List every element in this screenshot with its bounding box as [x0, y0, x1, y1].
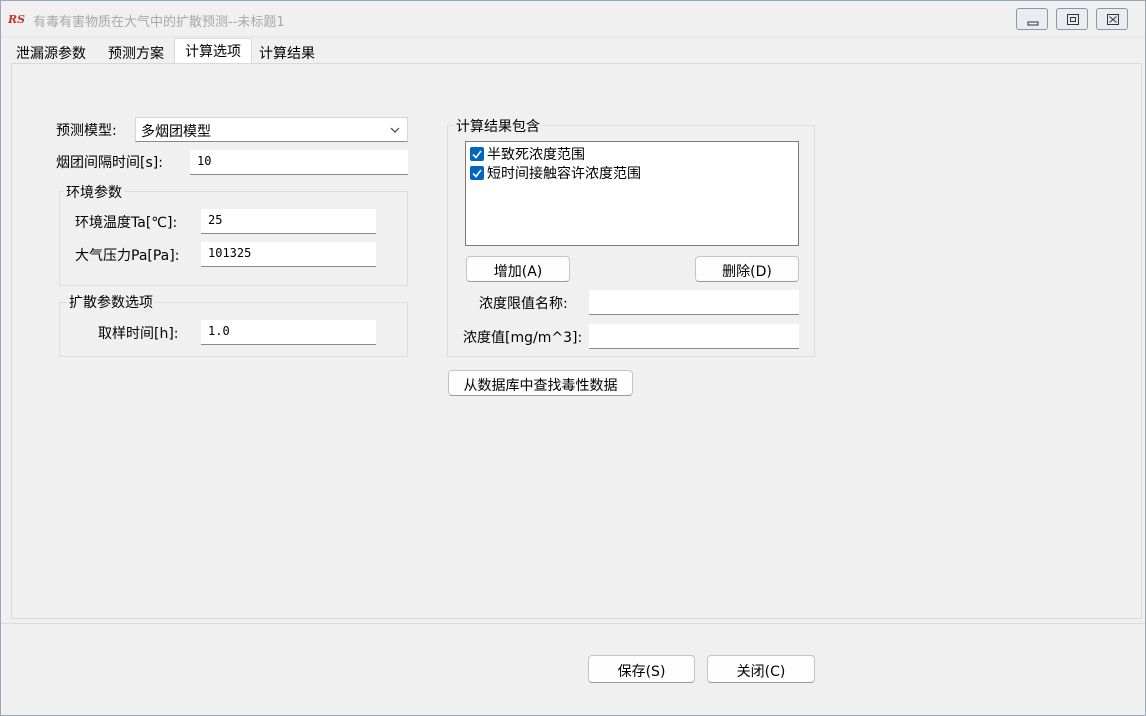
minimize-button[interactable] — [1016, 8, 1048, 30]
atm-pressure-label: 大气压力Pa[Pa]: — [75, 248, 180, 264]
limit-name-input[interactable] — [589, 290, 799, 315]
close-button[interactable]: 关闭(C) — [707, 655, 815, 683]
checkmark-icon — [472, 169, 482, 178]
calculation-options-panel: 预测模型: 多烟团模型 烟团间隔时间[s]: 10 环境参数 环境温度Ta[℃]… — [11, 63, 1142, 619]
ambient-temp-input[interactable]: 25 — [201, 209, 376, 234]
checkbox-checked[interactable] — [470, 147, 484, 161]
close-window-button[interactable] — [1096, 8, 1128, 30]
result-includes-list[interactable]: 半致死浓度范围 短时间接触容许浓度范围 — [465, 141, 799, 246]
checkbox-checked[interactable] — [470, 166, 484, 180]
maximize-icon — [1067, 14, 1079, 25]
result-includes-title: 计算结果包含 — [454, 116, 542, 136]
list-item[interactable]: 短时间接触容许浓度范围 — [470, 164, 790, 182]
maximize-button[interactable] — [1056, 8, 1088, 30]
close-icon — [1107, 14, 1119, 25]
concentration-value-label: 浓度值[mg/m^3]: — [463, 330, 583, 346]
limit-name-label: 浓度限值名称: — [479, 296, 568, 312]
environment-params-title: 环境参数 — [64, 182, 124, 202]
list-item-label: 短时间接触容许浓度范围 — [487, 166, 641, 182]
puff-interval-input[interactable]: 10 — [190, 150, 408, 175]
sample-time-input[interactable]: 1.0 — [201, 320, 376, 345]
delete-button[interactable]: 删除(D) — [695, 256, 799, 282]
footer-divider — [1, 623, 1145, 624]
list-item[interactable]: 半致死浓度范围 — [470, 145, 790, 163]
concentration-value-input[interactable] — [589, 324, 799, 349]
tab-calculation-options[interactable]: 计算选项 — [174, 38, 252, 65]
puff-interval-label: 烟团间隔时间[s]: — [56, 155, 163, 171]
title-bar: RS 有毒有害物质在大气中的扩散预测--未标题1 — [1, 1, 1145, 37]
chevron-down-icon — [390, 127, 400, 133]
diffusion-params-title: 扩散参数选项 — [67, 292, 155, 312]
list-item-label: 半致死浓度范围 — [487, 147, 585, 163]
ambient-temp-label: 环境温度Ta[℃]: — [75, 215, 178, 231]
add-button[interactable]: 增加(A) — [466, 256, 570, 282]
window-title: 有毒有害物质在大气中的扩散预测--未标题1 — [33, 15, 285, 30]
model-select[interactable]: 多烟团模型 — [135, 117, 408, 142]
tab-leak-source-params[interactable]: 泄漏源参数 — [7, 41, 95, 64]
search-toxicity-db-button[interactable]: 从数据库中查找毒性数据 — [448, 370, 633, 396]
app-window: RS 有毒有害物质在大气中的扩散预测--未标题1 泄漏源参数 预测方案 计算选项… — [0, 0, 1146, 716]
model-select-value: 多烟团模型 — [141, 124, 211, 140]
svg-text:RS: RS — [8, 13, 25, 26]
tab-calculation-results[interactable]: 计算结果 — [254, 41, 320, 64]
save-button[interactable]: 保存(S) — [588, 655, 695, 683]
environment-params-group — [59, 191, 408, 286]
app-logo-icon: RS — [7, 12, 30, 26]
atm-pressure-input[interactable]: 101325 — [201, 242, 376, 267]
tab-prediction-scheme[interactable]: 预测方案 — [101, 41, 171, 64]
minimize-icon — [1027, 21, 1039, 26]
model-label: 预测模型: — [56, 123, 117, 139]
sample-time-label: 取样时间[h]: — [98, 326, 179, 342]
checkmark-icon — [472, 150, 482, 159]
